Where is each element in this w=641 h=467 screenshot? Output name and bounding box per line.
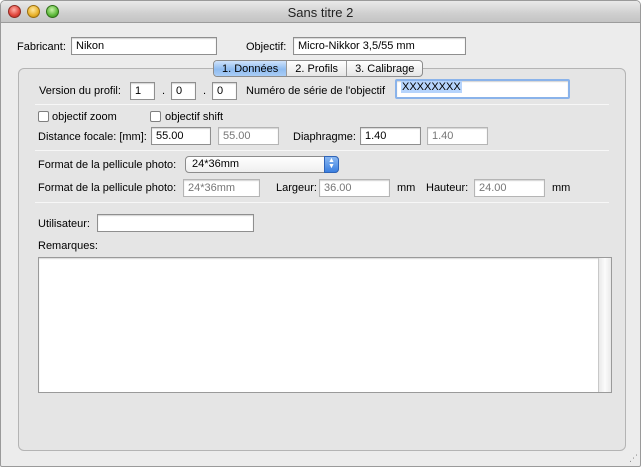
resize-grip-icon[interactable]: ⋰ [627,453,638,464]
focal-length-label: Distance focale: [mm]: [38,131,147,143]
film-height-label: Hauteur: [426,182,469,194]
film-format-display: 24*36mm [183,179,260,197]
version-dot-1: . [162,85,166,97]
chevron-updown-icon: ▲ ▼ [324,156,339,173]
app-window: Sans titre 2 Fabricant: Nikon Objectif: … [0,0,641,467]
film-format-label-2: Format de la pellicule photo: [38,182,177,194]
aperture-field[interactable]: 1.40 [360,127,421,145]
focal-length-display: 55.00 [218,127,279,145]
zoom-lens-label[interactable]: objectif zoom [52,111,117,123]
zoom-lens-checkbox[interactable] [38,111,49,122]
film-width-label: Largeur: [276,182,317,194]
manufacturer-label: Fabricant: [17,41,66,53]
film-width-unit: mm [397,182,416,194]
aperture-label: Diaphragme: [293,131,356,143]
version-major-field[interactable]: 1 [130,82,155,100]
tab-donnees[interactable]: 1. Données [214,61,288,76]
user-label: Utilisateur: [38,218,90,230]
lens-field[interactable]: Micro-Nikkor 3,5/55 mm [293,37,466,55]
manufacturer-field[interactable]: Nikon [71,37,217,55]
film-format-label: Format de la pellicule photo: [38,159,177,171]
shift-lens-checkbox[interactable] [150,111,161,122]
title-bar[interactable]: Sans titre 2 [1,1,640,23]
remarks-textarea[interactable] [38,257,612,393]
window-title: Sans titre 2 [287,5,354,20]
shift-lens-label[interactable]: objectif shift [165,111,223,123]
separator [35,202,609,203]
remarks-label: Remarques: [38,240,98,252]
film-height-field[interactable]: 24.00 [474,179,545,197]
remarks-scrollbar[interactable] [598,258,611,392]
profile-version-label: Version du profil: [39,85,121,97]
aperture-display: 1.40 [427,127,488,145]
separator [35,150,609,151]
version-patch-field[interactable]: 0 [212,82,237,100]
version-dot-2: . [203,85,207,97]
separator [35,104,609,105]
film-format-selected: 24*36mm [192,158,240,170]
serial-number-field[interactable]: XXXXXXXX [395,79,570,99]
tab-calibrage[interactable]: 3. Calibrage [347,61,422,76]
lens-label: Objectif: [246,41,287,53]
serial-number-value: XXXXXXXX [401,81,462,93]
version-minor-field[interactable]: 0 [171,82,196,100]
film-width-field[interactable]: 36.00 [319,179,390,197]
film-format-popup[interactable]: 24*36mm ▲ ▼ [185,156,339,173]
tab-profils[interactable]: 2. Profils [287,61,348,76]
focal-length-field[interactable]: 55.00 [151,127,211,145]
tab-bar: 1. Données 2. Profils 3. Calibrage [213,60,424,77]
user-field[interactable] [97,214,254,232]
serial-number-label: Numéro de série de l'objectif [246,85,386,97]
film-height-unit: mm [552,182,571,194]
